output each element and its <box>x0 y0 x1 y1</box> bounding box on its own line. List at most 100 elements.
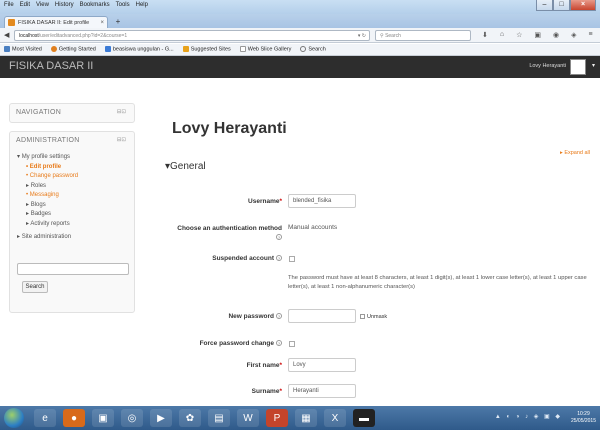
auth-method-row: Choose an authentication method? Manual … <box>138 224 600 244</box>
required-icon: * <box>279 198 282 205</box>
force-password-change-checkbox[interactable] <box>289 341 295 347</box>
admin-search-button[interactable]: Search <box>22 281 48 293</box>
page-content: NAVIGATION ⊟⊡ ADMINISTRATION ⊟⊡ ▾ My pro… <box>0 78 600 406</box>
moodle-header: FISIKA DASAR II Lovy Herayanti ▾ <box>0 56 600 78</box>
media-player-icon[interactable]: ▶ <box>150 409 172 427</box>
tree-item-messaging[interactable]: • Messaging <box>17 191 131 201</box>
block-dock-icon[interactable]: ⊟⊡ <box>117 109 126 115</box>
suspended-checkbox[interactable] <box>289 256 295 262</box>
admin-tree: ▾ My profile settings • Edit profile • C… <box>17 153 131 243</box>
photos-icon[interactable]: ✿ <box>179 409 201 427</box>
help-icon[interactable]: ? <box>276 340 282 347</box>
bookmark-suggested-sites[interactable]: Suggested Sites <box>182 46 231 53</box>
site-name-link[interactable]: FISIKA DASAR II <box>9 60 93 72</box>
unmask-checkbox[interactable]: Unmask <box>360 314 387 320</box>
tree-item-roles[interactable]: ▸ Roles <box>17 182 131 192</box>
auth-method-value: Manual accounts <box>288 224 338 231</box>
help-icon[interactable]: ? <box>276 234 282 241</box>
new-tab-button[interactable]: + <box>112 17 124 27</box>
pocket-icon[interactable]: ◉ <box>553 31 559 39</box>
reload-icon[interactable]: ▾ ↻ <box>358 31 366 40</box>
menu-edit[interactable]: Edit <box>20 2 30 8</box>
firefox-icon <box>50 46 57 53</box>
password-policy-text: The password must have at least 8 charac… <box>288 275 587 290</box>
clipboard-icon[interactable]: ▣ <box>534 31 541 39</box>
search-placeholder: Search <box>385 33 401 39</box>
tree-item-edit-profile[interactable]: • Edit profile <box>17 163 131 173</box>
chrome-icon[interactable]: ◎ <box>121 409 143 427</box>
windows-taskbar: e ● ▣ ◎ ▶ ✿ ▤ W P ▦ X ▬ ▲ ◐ ◑ ♪ ◈ ▣ ◆ 10… <box>0 406 600 430</box>
username-row: Username* blended_fisika <box>138 194 600 210</box>
bookmark-most-visited[interactable]: Most Visited <box>4 46 42 53</box>
tab-strip: FISIKA DASAR II: Edit profile × + <box>0 14 600 28</box>
username-field[interactable]: blended_fisika <box>288 194 356 208</box>
download-icon[interactable]: ⬇ <box>482 31 488 39</box>
user-menu-name[interactable]: Lovy Herayanti <box>529 63 566 69</box>
terminal-icon[interactable]: ▬ <box>353 409 375 427</box>
ie-icon[interactable]: e <box>34 409 56 427</box>
browser-tab[interactable]: FISIKA DASAR II: Edit profile × <box>4 16 108 28</box>
suspended-label: Suspended account? <box>212 255 282 262</box>
word-icon[interactable]: W <box>237 409 259 427</box>
firefox-icon[interactable]: ● <box>63 409 85 427</box>
folder-icon[interactable]: ▤ <box>208 409 230 427</box>
url-path: /user/editadvanced.php?id=2&course=1 <box>38 33 128 39</box>
new-password-field[interactable] <box>288 309 356 323</box>
menu-bookmarks[interactable]: Bookmarks <box>80 2 110 8</box>
excel-icon[interactable]: X <box>324 409 346 427</box>
url-bar[interactable]: localhost/user/editadvanced.php?id=2&cou… <box>14 30 370 41</box>
required-icon: * <box>279 362 282 369</box>
surname-field[interactable]: Herayanti <box>288 384 356 398</box>
bookmark-icon <box>4 46 10 53</box>
help-icon[interactable]: ? <box>276 255 282 262</box>
menu-help[interactable]: Help <box>136 2 148 8</box>
explorer-icon[interactable]: ▦ <box>295 409 317 427</box>
maximize-button[interactable]: □ <box>553 0 570 11</box>
firstname-field[interactable]: Lovy <box>288 358 356 372</box>
app-icon[interactable]: ▣ <box>92 409 114 427</box>
home-icon[interactable]: ⌂ <box>500 31 504 39</box>
avatar[interactable] <box>570 59 586 75</box>
chevron-down-icon[interactable]: ▾ <box>592 62 595 69</box>
block-dock-icon[interactable]: ⊟⊡ <box>117 137 126 143</box>
menu-tools[interactable]: Tools <box>116 2 130 8</box>
google-icon <box>104 46 111 53</box>
powerpoint-icon[interactable]: P <box>266 409 288 427</box>
bookmark-web-slice[interactable]: Web Slice Gallery <box>239 46 291 53</box>
new-password-label: New password? <box>228 313 282 320</box>
password-policy-row: The password must have at least 8 charac… <box>138 274 600 294</box>
tree-item-badges[interactable]: ▸ Badges <box>17 210 131 220</box>
menu-view[interactable]: View <box>36 2 49 8</box>
bookmark-star-icon[interactable]: ☆ <box>516 31 522 39</box>
my-profile-settings-node[interactable]: ▾ My profile settings <box>17 153 131 163</box>
hamburger-menu-icon[interactable]: ≡ <box>589 31 593 39</box>
back-arrow-icon[interactable]: ◀ <box>4 31 9 39</box>
close-window-button[interactable]: × <box>570 0 596 11</box>
taskbar-clock[interactable]: 10:29 25/05/2015 <box>571 411 596 425</box>
tree-item-site-administration[interactable]: ▸ Site administration <box>17 233 131 243</box>
menu-history[interactable]: History <box>55 2 74 8</box>
taskbar-apps: e ● ▣ ◎ ▶ ✿ ▤ W P ▦ X ▬ <box>34 409 375 427</box>
admin-search-input[interactable] <box>17 263 129 275</box>
expand-all-link[interactable]: ▸ Expand all <box>560 150 590 156</box>
bookmark-beasiswa[interactable]: beasiswa unggulan - G... <box>104 46 174 53</box>
force-password-change-label: Force password change? <box>199 340 282 347</box>
tree-item-change-password[interactable]: • Change password <box>17 172 131 182</box>
username-label: Username* <box>248 198 282 205</box>
shield-icon[interactable]: ◈ <box>571 31 576 39</box>
tab-close-icon[interactable]: × <box>100 20 104 26</box>
bookmark-search[interactable]: Search <box>300 46 326 53</box>
surname-label: Surname* <box>251 388 282 395</box>
administration-block: ADMINISTRATION ⊟⊡ ▾ My profile settings … <box>9 131 135 313</box>
tree-item-blogs[interactable]: ▸ Blogs <box>17 201 131 211</box>
general-section-header[interactable]: ▾General <box>165 161 206 172</box>
menu-file[interactable]: File <box>4 2 14 8</box>
start-button[interactable] <box>4 408 24 428</box>
system-tray[interactable]: ▲ ◐ ◑ ♪ ◈ ▣ ◆ <box>495 413 562 420</box>
browser-search-field[interactable]: ⚲ Search <box>375 30 471 41</box>
bookmarks-bar: Most Visited Getting Started beasiswa un… <box>0 44 600 56</box>
tree-item-activity-reports[interactable]: ▸ Activity reports <box>17 220 131 230</box>
help-icon[interactable]: ? <box>276 313 282 320</box>
minimize-button[interactable]: – <box>536 0 553 11</box>
bookmark-getting-started[interactable]: Getting Started <box>50 46 96 53</box>
